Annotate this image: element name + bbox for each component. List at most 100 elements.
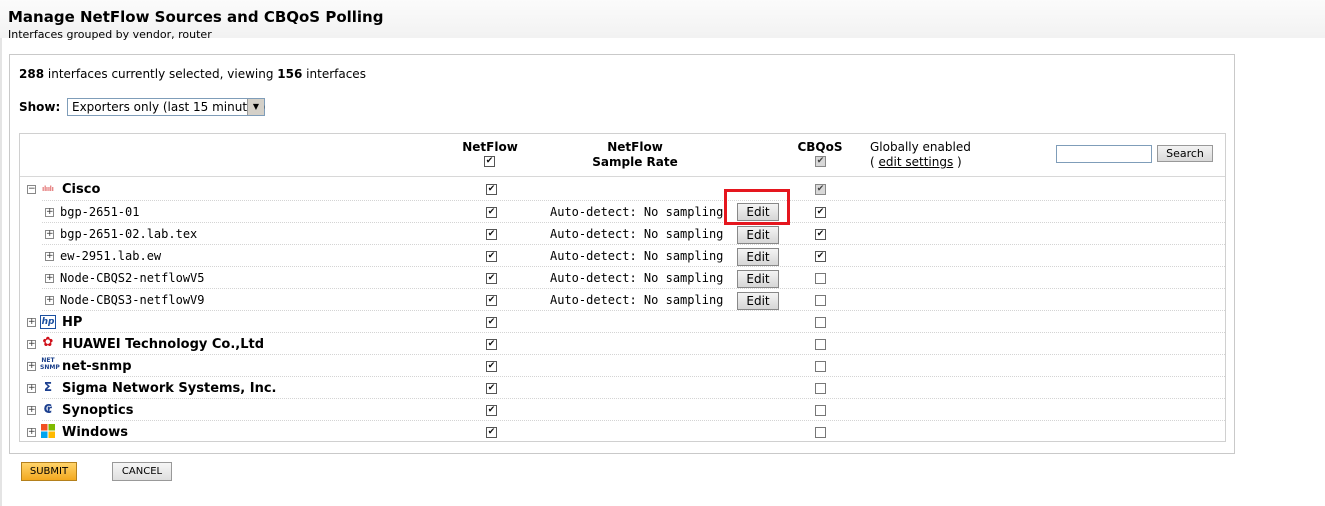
router-cbqos-checkbox[interactable]: [815, 273, 826, 284]
router-netflow-checkbox[interactable]: ✔: [486, 207, 497, 218]
router-cbqos-checkbox[interactable]: ✔: [815, 251, 826, 262]
netflow-header-cb-wrap: ✔: [460, 155, 520, 168]
windows-logo-svg: [41, 424, 55, 438]
search-button[interactable]: Search: [1157, 145, 1213, 162]
netflow-checkbox-net-snmp[interactable]: ✔: [486, 361, 497, 372]
show-label: Show:: [19, 100, 61, 114]
vendor-row-net-snmp: + NET SNMP net-snmp ✔: [20, 355, 1225, 377]
left-edge: [0, 0, 2, 506]
cbqos-checkbox-hp[interactable]: [815, 317, 826, 328]
sample-rate-text: Auto-detect: No sampling: [550, 249, 724, 263]
expand-icon[interactable]: +: [27, 406, 36, 415]
router-cbqos-checkbox[interactable]: ✔: [815, 207, 826, 218]
router-name[interactable]: Node-CBQS3-netflowV9: [60, 293, 205, 307]
netflow-checkbox-synoptics[interactable]: ✔: [486, 405, 497, 416]
netflow-checkbox-windows[interactable]: ✔: [486, 427, 497, 438]
vendor-row-synoptics: + ₢ Synoptics ✔: [20, 399, 1225, 421]
vendor-row-hp: + hp HP ✔: [20, 311, 1225, 333]
selected-text: interfaces currently selected, viewing: [44, 67, 278, 81]
expand-icon[interactable]: +: [45, 274, 54, 283]
page-subtitle: Interfaces grouped by vendor, router: [8, 28, 212, 41]
edit-settings-link[interactable]: edit settings: [879, 155, 954, 169]
vendor-row-windows: + Windows ✔: [20, 421, 1225, 443]
selection-summary: 288 interfaces currently selected, viewi…: [19, 67, 366, 81]
cbqos-checkbox-windows[interactable]: [815, 427, 826, 438]
sample-rate-text: Auto-detect: No sampling: [550, 271, 724, 285]
cbqos-header-cb-wrap: ✔: [790, 155, 850, 168]
dropdown-arrow-icon[interactable]: ▼: [247, 99, 264, 115]
search-input[interactable]: [1056, 145, 1152, 163]
viewing-text: interfaces: [302, 67, 366, 81]
hp-logo-icon: hp: [40, 315, 56, 329]
vendor-name-huawei[interactable]: HUAWEI Technology Co.,Ltd: [62, 337, 264, 352]
vendor-name-net-snmp[interactable]: net-snmp: [62, 359, 132, 374]
interfaces-table: NetFlow ✔ NetFlow Sample Rate CBQoS ✔ Gl…: [19, 133, 1226, 442]
expand-icon[interactable]: +: [27, 362, 36, 371]
expand-icon[interactable]: +: [27, 384, 36, 393]
paren-close: ): [953, 155, 962, 169]
netflow-checkbox-cisco[interactable]: ✔: [486, 184, 497, 195]
cbqos-checkbox-net-snmp[interactable]: [815, 361, 826, 372]
synoptics-logo-icon: ₢: [43, 402, 53, 416]
expand-icon[interactable]: +: [27, 340, 36, 349]
table-header: NetFlow ✔ NetFlow Sample Rate CBQoS ✔ Gl…: [20, 134, 1225, 177]
submit-button[interactable]: SUBMIT: [21, 462, 77, 481]
vendor-row-huawei: + ✿ HUAWEI Technology Co.,Ltd ✔: [20, 333, 1225, 355]
edit-sample-rate-button[interactable]: Edit: [737, 292, 779, 310]
viewing-count: 156: [277, 67, 303, 81]
router-row: + Node-CBQS3-netflowV9 ✔ Auto-detect: No…: [20, 289, 1225, 311]
sample-rate-text: Auto-detect: No sampling: [550, 227, 724, 241]
interfaces-panel: 288 interfaces currently selected, viewi…: [9, 54, 1235, 454]
router-netflow-checkbox[interactable]: ✔: [486, 273, 497, 284]
vendor-name-hp[interactable]: HP: [62, 315, 82, 330]
expand-icon[interactable]: +: [45, 252, 54, 261]
globally-enabled-label: Globally enabled: [870, 140, 971, 154]
sample-rate-text: Auto-detect: No sampling: [550, 205, 724, 219]
router-netflow-checkbox[interactable]: ✔: [486, 229, 497, 240]
netflow-checkbox-hp[interactable]: ✔: [486, 317, 497, 328]
edit-settings-wrap: ( edit settings ): [870, 155, 971, 170]
sample-rate-header: NetFlow Sample Rate: [565, 140, 705, 170]
cbqos-checkbox-huawei[interactable]: [815, 339, 826, 350]
router-name[interactable]: Node-CBQS2-netflowV5: [60, 271, 205, 285]
expand-icon[interactable]: +: [45, 230, 54, 239]
show-select[interactable]: Exporters only (last 15 minutes) ▼: [67, 98, 265, 116]
sigma-logo-icon: Σ: [43, 380, 53, 394]
sample-rate-header-line2: Sample Rate: [592, 155, 678, 169]
windows-logo-icon: [41, 424, 55, 438]
page-title: Manage NetFlow Sources and CBQoS Polling: [8, 8, 384, 26]
net-snmp-logo-icon: NET SNMP: [40, 357, 60, 371]
edit-sample-rate-button[interactable]: Edit: [737, 226, 779, 244]
netflow-checkbox-sigma[interactable]: ✔: [486, 383, 497, 394]
vendor-name-windows[interactable]: Windows: [62, 425, 128, 440]
globally-enabled-note: Globally enabled ( edit settings ): [870, 140, 971, 170]
edit-sample-rate-button[interactable]: Edit: [737, 248, 779, 266]
router-name[interactable]: bgp-2651-01: [60, 205, 139, 219]
router-row: + Node-CBQS2-netflowV5 ✔ Auto-detect: No…: [20, 267, 1225, 289]
expand-icon[interactable]: +: [27, 428, 36, 437]
edit-sample-rate-button[interactable]: Edit: [737, 270, 779, 288]
expand-icon[interactable]: +: [45, 208, 54, 217]
router-cbqos-checkbox[interactable]: ✔: [815, 229, 826, 240]
vendor-row-cisco: − ılıılı Cisco ✔ ✔: [20, 179, 1225, 201]
show-select-value: Exporters only (last 15 minutes): [72, 100, 266, 114]
router-name[interactable]: bgp-2651-02.lab.tex: [60, 227, 197, 241]
vendor-name-synoptics[interactable]: Synoptics: [62, 403, 133, 418]
netflow-header-label: NetFlow: [462, 140, 518, 154]
collapse-icon[interactable]: −: [27, 185, 36, 194]
router-name[interactable]: ew-2951.lab.ew: [60, 249, 161, 263]
cbqos-checkbox-sigma[interactable]: [815, 383, 826, 394]
cancel-button[interactable]: CANCEL: [112, 462, 172, 481]
expand-icon[interactable]: +: [45, 296, 54, 305]
cbqos-checkbox-synoptics[interactable]: [815, 405, 826, 416]
expand-icon[interactable]: +: [27, 318, 36, 327]
vendor-name-cisco[interactable]: Cisco: [62, 182, 100, 197]
netflow-select-all-checkbox[interactable]: ✔: [484, 156, 495, 167]
sample-rate-text: Auto-detect: No sampling: [550, 293, 724, 307]
router-netflow-checkbox[interactable]: ✔: [486, 251, 497, 262]
router-netflow-checkbox[interactable]: ✔: [486, 295, 497, 306]
huawei-logo-icon: ✿: [42, 335, 54, 350]
vendor-name-sigma[interactable]: Sigma Network Systems, Inc.: [62, 381, 277, 396]
router-cbqos-checkbox[interactable]: [815, 295, 826, 306]
netflow-checkbox-huawei[interactable]: ✔: [486, 339, 497, 350]
